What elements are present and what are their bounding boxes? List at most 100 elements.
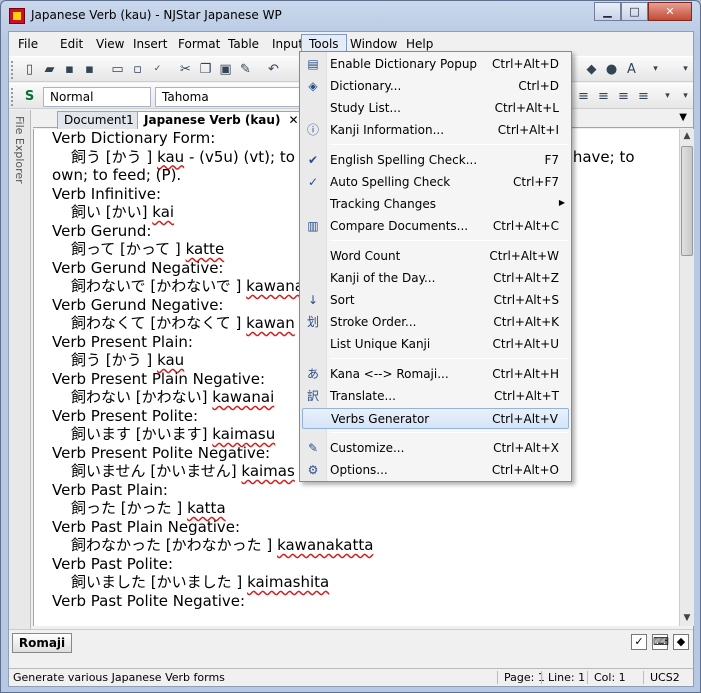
menu-edit[interactable]: Edit xyxy=(53,36,90,52)
print-icon[interactable]: ▭ xyxy=(109,61,126,78)
undo-icon[interactable]: ↶ xyxy=(265,61,282,78)
align-center-icon[interactable]: ≡ xyxy=(595,88,612,105)
menu-item-study-list[interactable]: Study List... Ctrl+Alt+L xyxy=(302,98,569,119)
verb-form-heading: Verb Past Polite: xyxy=(52,554,173,573)
status-bar: Generate various Japanese Verb forms Pag… xyxy=(9,668,693,686)
menu-item-translate[interactable]: 訳 Translate... Ctrl+Alt+T xyxy=(302,386,569,407)
scrollbar-thumb[interactable] xyxy=(681,146,693,256)
font-combo[interactable]: Tahoma xyxy=(155,87,305,107)
verb-form-entry: 飼いました [かいました ] kaimashita xyxy=(52,573,672,592)
verb-form-entry: 飼わなかった [かわなかった ] kawanakatta xyxy=(52,536,672,555)
menu-item-options[interactable]: ⚙ Options... Ctrl+Alt+O xyxy=(302,460,569,481)
menu-window[interactable]: Window xyxy=(343,36,404,52)
menu-item-shortcut: Ctrl+Alt+H xyxy=(492,367,559,381)
kana-reading: [かわない] xyxy=(135,388,208,406)
toolbar-grip[interactable] xyxy=(11,88,15,106)
dictionary-toolbar-icon[interactable]: ◆ xyxy=(583,61,600,78)
copy-icon[interactable]: ❐ xyxy=(197,61,214,78)
print-preview-icon[interactable]: ▫ xyxy=(129,61,146,78)
info-toolbar-icon[interactable]: ● xyxy=(603,61,620,78)
tab-list-dropdown-icon[interactable]: ▼ xyxy=(679,112,687,123)
save-icon[interactable]: ▪ xyxy=(61,61,78,78)
menu-item-enable-dictionary-popup[interactable]: ▤ Enable Dictionary Popup Ctrl+Alt+D xyxy=(302,54,569,75)
align-right-icon[interactable]: ≡ xyxy=(615,88,632,105)
menu-item-sort[interactable]: ↓ Sort Ctrl+Alt+S xyxy=(302,290,569,311)
tab-japanese-verb[interactable]: Japanese Verb (kau) ✕ xyxy=(137,111,306,130)
kana-reading: [かった ] xyxy=(120,499,183,517)
menu-format[interactable]: Format xyxy=(171,36,227,52)
styles-icon[interactable]: S xyxy=(21,88,38,105)
menu-item-stroke-order[interactable]: 划 Stroke Order... Ctrl+Alt+K xyxy=(302,312,569,333)
menu-item-kanji-of-the-day[interactable]: Kanji of the Day... Ctrl+Alt+Z xyxy=(302,268,569,289)
menu-item-shortcut: Ctrl+Alt+X xyxy=(493,441,559,455)
menu-item-shortcut: Ctrl+Alt+O xyxy=(491,463,559,477)
toolbar-options-icon[interactable]: ▾ xyxy=(677,88,694,105)
menu-item-kanji-information[interactable]: ⓘ Kanji Information... Ctrl+Alt+I xyxy=(302,120,569,141)
menu-item-shortcut: Ctrl+Alt+C xyxy=(492,219,559,233)
menu-item-verbs-generator[interactable]: Verbs Generator Ctrl+Alt+V xyxy=(302,408,569,429)
open-folder-icon[interactable]: ▰ xyxy=(41,61,58,78)
style-combo[interactable]: Normal xyxy=(43,87,151,107)
settings-toggle-icon[interactable]: ◆ xyxy=(673,634,689,650)
options-gear-icon: ⚙ xyxy=(307,463,319,477)
romaji-reading: kawan xyxy=(246,314,295,332)
minimize-button[interactable]: ▁ xyxy=(594,2,621,21)
stroke-order-icon: 划 xyxy=(306,315,319,329)
title-bar[interactable]: Japanese Verb (kau) - NJStar Japanese WP… xyxy=(1,1,700,31)
menu-item-kana-romaji[interactable]: あ Kana <--> Romaji... Ctrl+Alt+H xyxy=(302,364,569,385)
menu-item-shortcut: Ctrl+Alt+D xyxy=(492,57,559,71)
kana-reading: [かって ] xyxy=(120,240,181,258)
menu-item-english-spelling-check[interactable]: ✔ English Spelling Check... F7 xyxy=(302,150,569,171)
cut-icon[interactable]: ✂ xyxy=(177,61,194,78)
file-explorer-panel[interactable]: File Explorer xyxy=(9,110,31,630)
romaji-reading: kawanai xyxy=(212,388,275,406)
new-document-icon[interactable]: ▯ xyxy=(21,61,38,78)
toolbar-options-icon[interactable]: ▾ xyxy=(677,61,694,78)
kana-reading: [かいました ] xyxy=(150,573,243,591)
menu-item-list-unique-kanji[interactable]: List Unique Kanji Ctrl+Alt+U xyxy=(302,334,569,355)
check-toggle-icon[interactable]: ✓ xyxy=(631,634,647,650)
app-logo-icon[interactable] xyxy=(9,8,25,24)
romaji-reading: kau xyxy=(157,351,185,369)
romaji-reading: kawana xyxy=(246,277,304,295)
save-all-icon[interactable]: ▪ xyxy=(81,61,98,78)
menu-item-customize[interactable]: ✎ Customize... Ctrl+Alt+X xyxy=(302,438,569,459)
vertical-scrollbar[interactable]: ▲ ▼ xyxy=(679,129,694,626)
scroll-up-icon[interactable]: ▲ xyxy=(680,129,694,144)
format-painter-icon[interactable]: ✎ xyxy=(237,61,254,78)
menu-item-auto-spelling-check[interactable]: ✓ Auto Spelling Check Ctrl+F7 xyxy=(302,172,569,193)
menu-item-tracking-changes[interactable]: Tracking Changes ▶ xyxy=(302,194,569,215)
justify-icon[interactable]: ≡ xyxy=(635,88,652,105)
close-button[interactable]: ✕ xyxy=(648,2,692,21)
toolbar-overflow-icon[interactable]: ▾ xyxy=(647,61,664,78)
toolbar-overflow-icon[interactable]: ▾ xyxy=(659,88,676,105)
menu-help[interactable]: Help xyxy=(399,36,440,52)
menu-file[interactable]: File xyxy=(11,36,45,52)
scroll-down-icon[interactable]: ▼ xyxy=(680,611,694,626)
kanji-form: 飼わない xyxy=(71,388,132,406)
menu-separator xyxy=(330,240,568,241)
font-toolbar-icon[interactable]: A xyxy=(623,61,640,78)
menu-item-label: List Unique Kanji xyxy=(330,337,431,351)
menu-item-label: Kana <--> Romaji... xyxy=(330,367,449,381)
kanji-form: 飼わないで xyxy=(71,277,146,295)
menu-item-label: Study List... xyxy=(330,101,401,115)
maximize-button[interactable]: □ xyxy=(621,2,648,21)
menu-item-label: Word Count xyxy=(330,249,401,263)
align-left-icon[interactable]: ≡ xyxy=(575,88,592,105)
menu-item-word-count[interactable]: Word Count Ctrl+Alt+W xyxy=(302,246,569,267)
paste-icon[interactable]: ▣ xyxy=(217,61,234,78)
status-encoding: UCS2 xyxy=(643,671,680,684)
menu-table[interactable]: Table xyxy=(221,36,266,52)
keyboard-icon[interactable]: ⌨ xyxy=(652,634,669,650)
input-mode-bar: Romaji ✓ ⌨ ◆ xyxy=(9,629,693,654)
toolbar-grip[interactable] xyxy=(11,61,15,79)
romaji-reading: katte xyxy=(185,240,225,258)
input-mode-button[interactable]: Romaji xyxy=(12,633,72,653)
spelling-icon[interactable]: ✓ xyxy=(149,61,166,78)
close-tab-icon[interactable]: ✕ xyxy=(288,113,298,127)
menu-item-compare-documents[interactable]: ▥ Compare Documents... Ctrl+Alt+C xyxy=(302,216,569,237)
menu-insert[interactable]: Insert xyxy=(126,36,174,52)
menu-item-dictionary[interactable]: ◈ Dictionary... Ctrl+D xyxy=(302,76,569,97)
checkmark-icon: ✓ xyxy=(307,175,319,189)
